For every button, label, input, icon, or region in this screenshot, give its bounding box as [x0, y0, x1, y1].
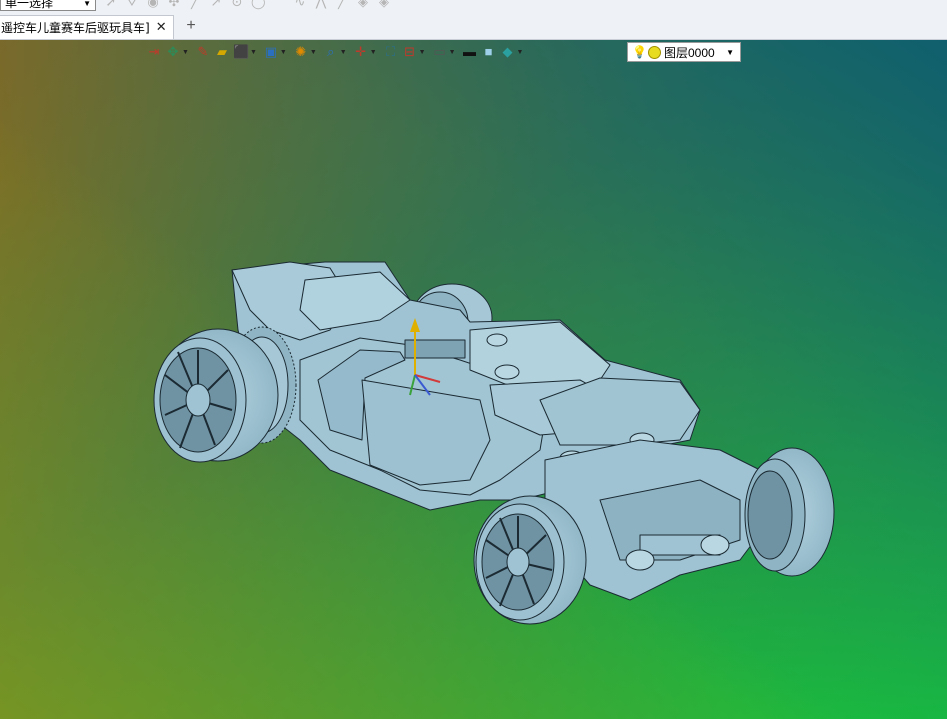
- layers-2-icon[interactable]: ◈: [377, 0, 391, 9]
- layer-name: 图层0000: [664, 45, 715, 60]
- lightbulb-icon[interactable]: 💡: [632, 45, 647, 59]
- cube-shaded-tool[interactable]: ▣ ▼: [263, 42, 290, 62]
- plane-tool[interactable]: ◆ ▼: [500, 42, 527, 62]
- top-tools: ➚ ⛛ ◉ ✣ ╱ ↗ ⊙ ◯ ⌒ ∿ ⋀ ╱ ◈ ◈: [104, 0, 391, 9]
- top-toolbar: 单一选择 ▼ ➚ ⛛ ◉ ✣ ╱ ↗ ⊙ ◯ ⌒ ∿ ⋀ ╱ ◈ ◈: [0, 0, 947, 13]
- wheel-front-left: [473, 495, 587, 625]
- chevron-down-icon: ▼: [339, 48, 347, 56]
- cube-shaded-icon: ▣: [264, 44, 278, 59]
- wheel-rear-left: [153, 328, 279, 463]
- axis-tool[interactable]: ✛ ▼: [353, 42, 380, 62]
- render-icon: ✺: [295, 44, 307, 59]
- document-tab-bar: 遥控车儿童赛车后驱玩具车] ✕ +: [0, 13, 947, 40]
- line-color-icon: ▬: [463, 44, 476, 59]
- close-icon[interactable]: ✕: [156, 20, 167, 35]
- cube-icon: ⬛: [232, 44, 250, 59]
- curve-icon[interactable]: ⌒: [272, 0, 286, 9]
- dimension-icon: ⊟: [404, 44, 416, 59]
- 3d-viewport[interactable]: [0, 40, 947, 719]
- add-tab-button[interactable]: +: [184, 16, 198, 36]
- arc-icon[interactable]: ⋀: [314, 0, 328, 9]
- chevron-down-icon: ▼: [83, 0, 91, 8]
- cube-tool[interactable]: ⬛ ▼: [233, 42, 260, 62]
- display-tool[interactable]: ▭ ▼: [432, 42, 459, 62]
- circle-play-icon[interactable]: ◉: [146, 0, 160, 9]
- fill-color-tool[interactable]: ■: [481, 42, 497, 62]
- chevron-down-icon: ▼: [279, 48, 287, 56]
- exit-icon: ⇥: [148, 44, 160, 59]
- chevron-down-icon: ▼: [726, 47, 734, 57]
- arrow-cursor-icon[interactable]: ➚: [104, 0, 118, 9]
- chevron-down-icon: ▼: [182, 48, 189, 56]
- view-toolbar: ⇥ ✥ ▼ ✎ ▰ ⬛ ▼ ▣ ▼ ✺ ▼ ⌕ ▼ ✛ ▼ ⛶ ⊟ ▼ ▭ ▼ ▬ ■ ◆ ▼: [146, 42, 526, 62]
- sketch-line-icon[interactable]: ╱: [335, 0, 349, 9]
- chevron-down-icon: ▼: [516, 48, 524, 56]
- tab-document[interactable]: 遥控车儿童赛车后驱玩具车] ✕: [0, 15, 174, 39]
- pen-tool[interactable]: ✎: [195, 42, 211, 62]
- spline-icon[interactable]: ∿: [293, 0, 307, 9]
- wheel-front-right: [744, 447, 835, 577]
- axis-icon: ✛: [355, 44, 367, 59]
- chevron-down-icon: ▼: [369, 48, 377, 56]
- plane-icon: ◆: [502, 44, 513, 59]
- eraser-icon: ▰: [216, 44, 227, 59]
- exit-tool[interactable]: ⇥: [146, 42, 162, 62]
- zoom-tool[interactable]: ⌕ ▼: [323, 42, 350, 62]
- view-orient-tool[interactable]: ✥ ▼: [165, 42, 192, 62]
- point-icon[interactable]: ✣: [167, 0, 181, 9]
- car-chassis-model: [153, 261, 835, 625]
- fit-icon: ⛶: [386, 44, 396, 59]
- chevron-down-icon: ▼: [448, 48, 456, 56]
- tab-title: 遥控车儿童赛车后驱玩具车]: [1, 21, 150, 35]
- pen-icon: ✎: [197, 44, 209, 59]
- view-orient-icon: ✥: [167, 44, 179, 59]
- filter-icon[interactable]: ⛛: [125, 0, 139, 9]
- chevron-down-icon: ▼: [309, 48, 317, 56]
- render-tool[interactable]: ✺ ▼: [293, 42, 320, 62]
- layer-select[interactable]: 💡 图层0000 ▼: [627, 42, 741, 62]
- chevron-down-icon: ▼: [249, 48, 257, 56]
- zoom-icon: ⌕: [327, 44, 335, 59]
- fill-color-icon: ■: [484, 44, 493, 59]
- layer-color-icon: [648, 45, 661, 59]
- line-icon[interactable]: ╱: [188, 0, 202, 9]
- polyline-icon[interactable]: ↗: [209, 0, 223, 9]
- selection-mode-select[interactable]: 单一选择 ▼: [0, 0, 96, 11]
- dimension-tool[interactable]: ⊟ ▼: [402, 42, 429, 62]
- fit-tool[interactable]: ⛶: [383, 42, 399, 62]
- circle-center-icon[interactable]: ⊙: [230, 0, 244, 9]
- line-color-tool[interactable]: ▬: [462, 42, 478, 62]
- chevron-down-icon: ▼: [418, 48, 426, 56]
- selection-mode-value: 单一选择: [5, 0, 54, 10]
- display-icon: ▭: [433, 44, 446, 59]
- eraser-tool[interactable]: ▰: [214, 42, 230, 62]
- circle-icon[interactable]: ◯: [251, 0, 266, 9]
- layers-icon[interactable]: ◈: [356, 0, 370, 9]
